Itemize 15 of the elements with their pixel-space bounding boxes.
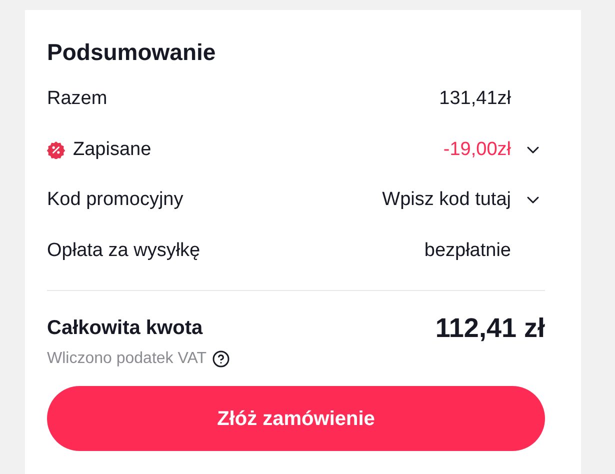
row-label: Opłata za wysyłkę [47, 238, 200, 262]
discount-icon [47, 140, 65, 159]
vat-note: Wliczono podatek VAT [47, 349, 206, 369]
row-value[interactable]: Wpisz kod tutaj [382, 186, 511, 214]
row-value: 131,41zł [439, 87, 511, 111]
row-label: Zapisane [73, 138, 152, 162]
row-value: -19,00zł [443, 138, 511, 162]
total-label: Całkowita kwota [47, 316, 203, 341]
help-icon[interactable] [212, 350, 230, 368]
row-value: bezpłatnie [424, 238, 511, 262]
place-order-button[interactable]: Złóż zamówienie [47, 386, 545, 451]
row-label: Kod promocyjny [47, 188, 184, 212]
total-value: 112,41 zł [435, 313, 545, 343]
row-label: Razem [47, 87, 108, 111]
summary-title: Podsumowanie [47, 38, 217, 66]
